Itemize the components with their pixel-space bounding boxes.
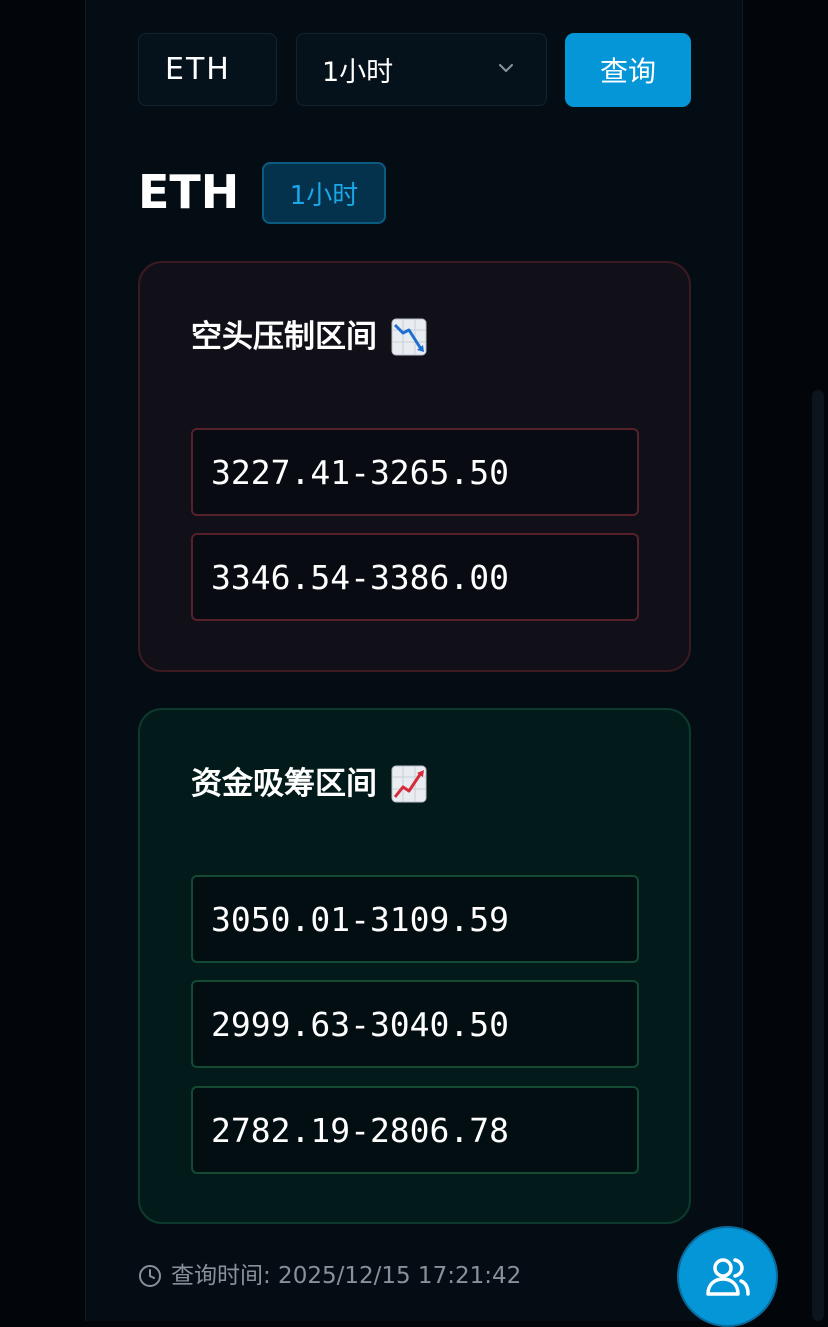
accumulation-range-item: 2999.63-3040.50 xyxy=(191,980,639,1068)
symbol-input[interactable] xyxy=(138,33,277,106)
accumulation-zone-card: 资金吸筹区间 3050.01-3109.59 2999.63-3040.50 2… xyxy=(138,708,691,1224)
resistance-range-item: 3346.54-3386.00 xyxy=(191,533,639,621)
query-button-label: 查询 xyxy=(599,55,656,88)
chart-decreasing-icon xyxy=(391,318,427,356)
chevron-down-icon xyxy=(499,64,513,72)
resistance-zone-title-text: 空头压制区间 xyxy=(191,319,377,355)
chart-increasing-icon xyxy=(391,765,427,803)
accumulation-zone-title-text: 资金吸筹区间 xyxy=(191,766,377,802)
query-timestamp: 查询时间: 2025/12/15 17:21:42 xyxy=(138,1260,521,1292)
interval-select-value: 1小时 xyxy=(322,57,394,88)
scrollbar[interactable] xyxy=(812,390,824,1321)
community-button[interactable] xyxy=(677,1226,778,1327)
query-timestamp-text: 查询时间: 2025/12/15 17:21:42 xyxy=(171,1263,522,1289)
accumulation-zone-title: 资金吸筹区间 xyxy=(191,764,427,804)
accumulation-range-item: 3050.01-3109.59 xyxy=(191,875,639,963)
resistance-range-item: 3227.41-3265.50 xyxy=(191,428,639,516)
result-symbol-title: ETH xyxy=(138,165,240,219)
query-button[interactable]: 查询 xyxy=(565,33,691,107)
accumulation-range-item: 2782.19-2806.78 xyxy=(191,1086,639,1174)
resistance-zone-card: 空头压制区间 3227.41-3265.50 3346.54-3386.00 xyxy=(138,261,691,672)
interval-select[interactable]: 1小时 xyxy=(296,33,547,106)
clock-icon xyxy=(139,1265,161,1287)
resistance-zone-title: 空头压制区间 xyxy=(191,317,427,357)
users-icon xyxy=(705,1257,750,1296)
interval-badge: 1小时 xyxy=(262,162,386,224)
